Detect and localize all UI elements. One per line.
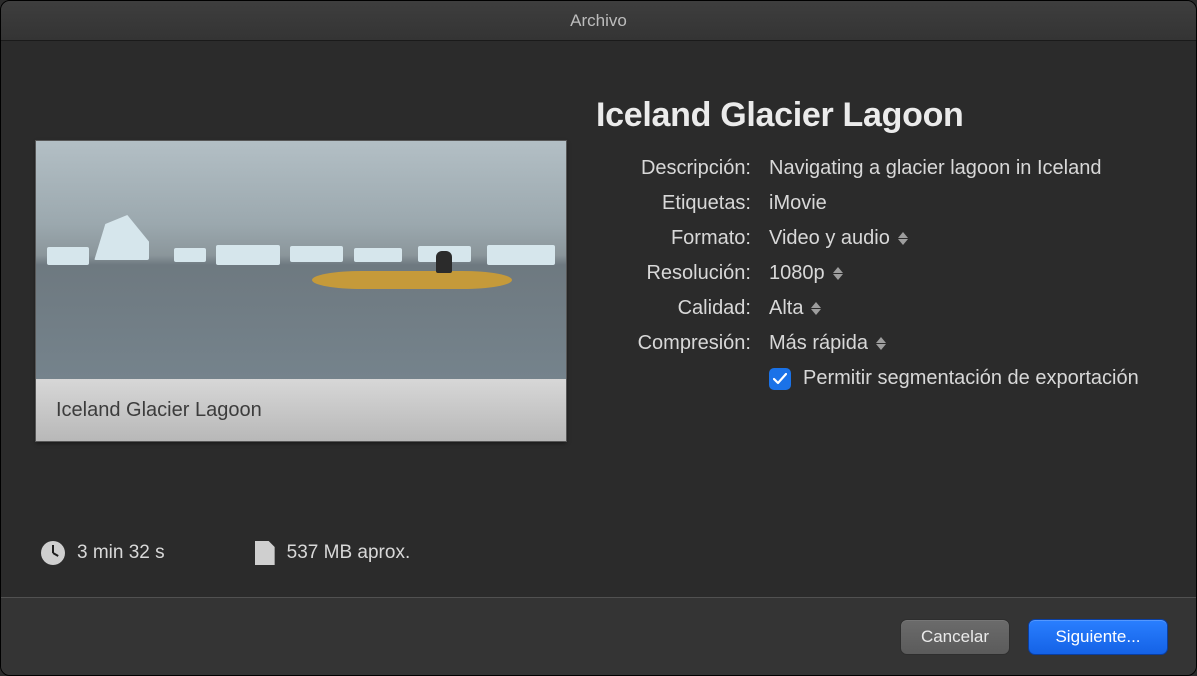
thumbnail-image (36, 141, 566, 379)
thumbnail-card: Iceland Glacier Lagoon (36, 141, 566, 441)
filesize-meta: 537 MB aprox. (255, 541, 411, 565)
tags-input[interactable] (769, 192, 1149, 215)
label-format: Formato: (596, 227, 751, 250)
next-button[interactable]: Siguiente... (1028, 619, 1168, 655)
row-resolution: Resolución: 1080p (596, 262, 1161, 285)
label-compression: Compresión: (596, 332, 751, 355)
check-icon (773, 373, 787, 385)
quality-value: Alta (769, 297, 803, 320)
updown-icon (898, 232, 908, 245)
quality-select[interactable]: Alta (769, 297, 821, 320)
label-resolution: Resolución: (596, 262, 751, 285)
filesize-value: 537 MB aprox. (287, 542, 411, 564)
row-quality: Calidad: Alta (596, 297, 1161, 320)
cancel-button[interactable]: Cancelar (900, 619, 1010, 655)
updown-icon (811, 302, 821, 315)
updown-icon (876, 337, 886, 350)
format-select[interactable]: Video y audio (769, 227, 908, 250)
compression-value: Más rápida (769, 332, 868, 355)
document-icon (255, 541, 275, 565)
row-compression: Compresión: Más rápida (596, 332, 1161, 355)
duration-meta: 3 min 32 s (41, 541, 165, 565)
titlebar: Archivo (1, 1, 1196, 41)
export-dialog: Archivo Iceland Glacier Lagoon (0, 0, 1197, 676)
preview-pane: Iceland Glacier Lagoon 3 min 32 s 537 MB… (36, 86, 566, 577)
row-segmented-export: Permitir segmentación de exportación (769, 367, 1161, 390)
footer: Cancelar Siguiente... (1, 597, 1196, 675)
project-title: Iceland Glacier Lagoon (596, 96, 1161, 135)
segmented-export-label: Permitir segmentación de exportación (803, 367, 1139, 390)
format-value: Video y audio (769, 227, 890, 250)
description-input[interactable] (769, 157, 1149, 180)
compression-select[interactable]: Más rápida (769, 332, 886, 355)
window-title: Archivo (570, 11, 627, 31)
resolution-select[interactable]: 1080p (769, 262, 843, 285)
form-pane: Iceland Glacier Lagoon Descripción: Etiq… (596, 86, 1161, 577)
row-description: Descripción: (596, 157, 1161, 180)
thumbnail-label: Iceland Glacier Lagoon (36, 379, 566, 441)
duration-value: 3 min 32 s (77, 542, 165, 564)
row-format: Formato: Video y audio (596, 227, 1161, 250)
label-quality: Calidad: (596, 297, 751, 320)
label-description: Descripción: (596, 157, 751, 180)
segmented-export-checkbox[interactable] (769, 368, 791, 390)
clock-icon (41, 541, 65, 565)
resolution-value: 1080p (769, 262, 825, 285)
updown-icon (833, 267, 843, 280)
row-tags: Etiquetas: (596, 192, 1161, 215)
dialog-content: Iceland Glacier Lagoon 3 min 32 s 537 MB… (1, 41, 1196, 597)
label-tags: Etiquetas: (596, 192, 751, 215)
meta-row: 3 min 32 s 537 MB aprox. (36, 541, 566, 565)
